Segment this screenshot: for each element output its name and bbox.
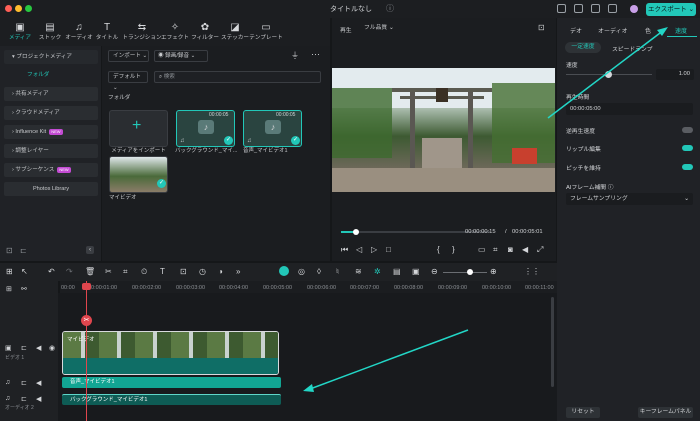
arrow-head-icon <box>303 384 314 392</box>
annotation-arrow-clip <box>309 329 469 390</box>
annotation-arrows <box>303 27 668 392</box>
annotation-arrow-export <box>547 29 665 119</box>
